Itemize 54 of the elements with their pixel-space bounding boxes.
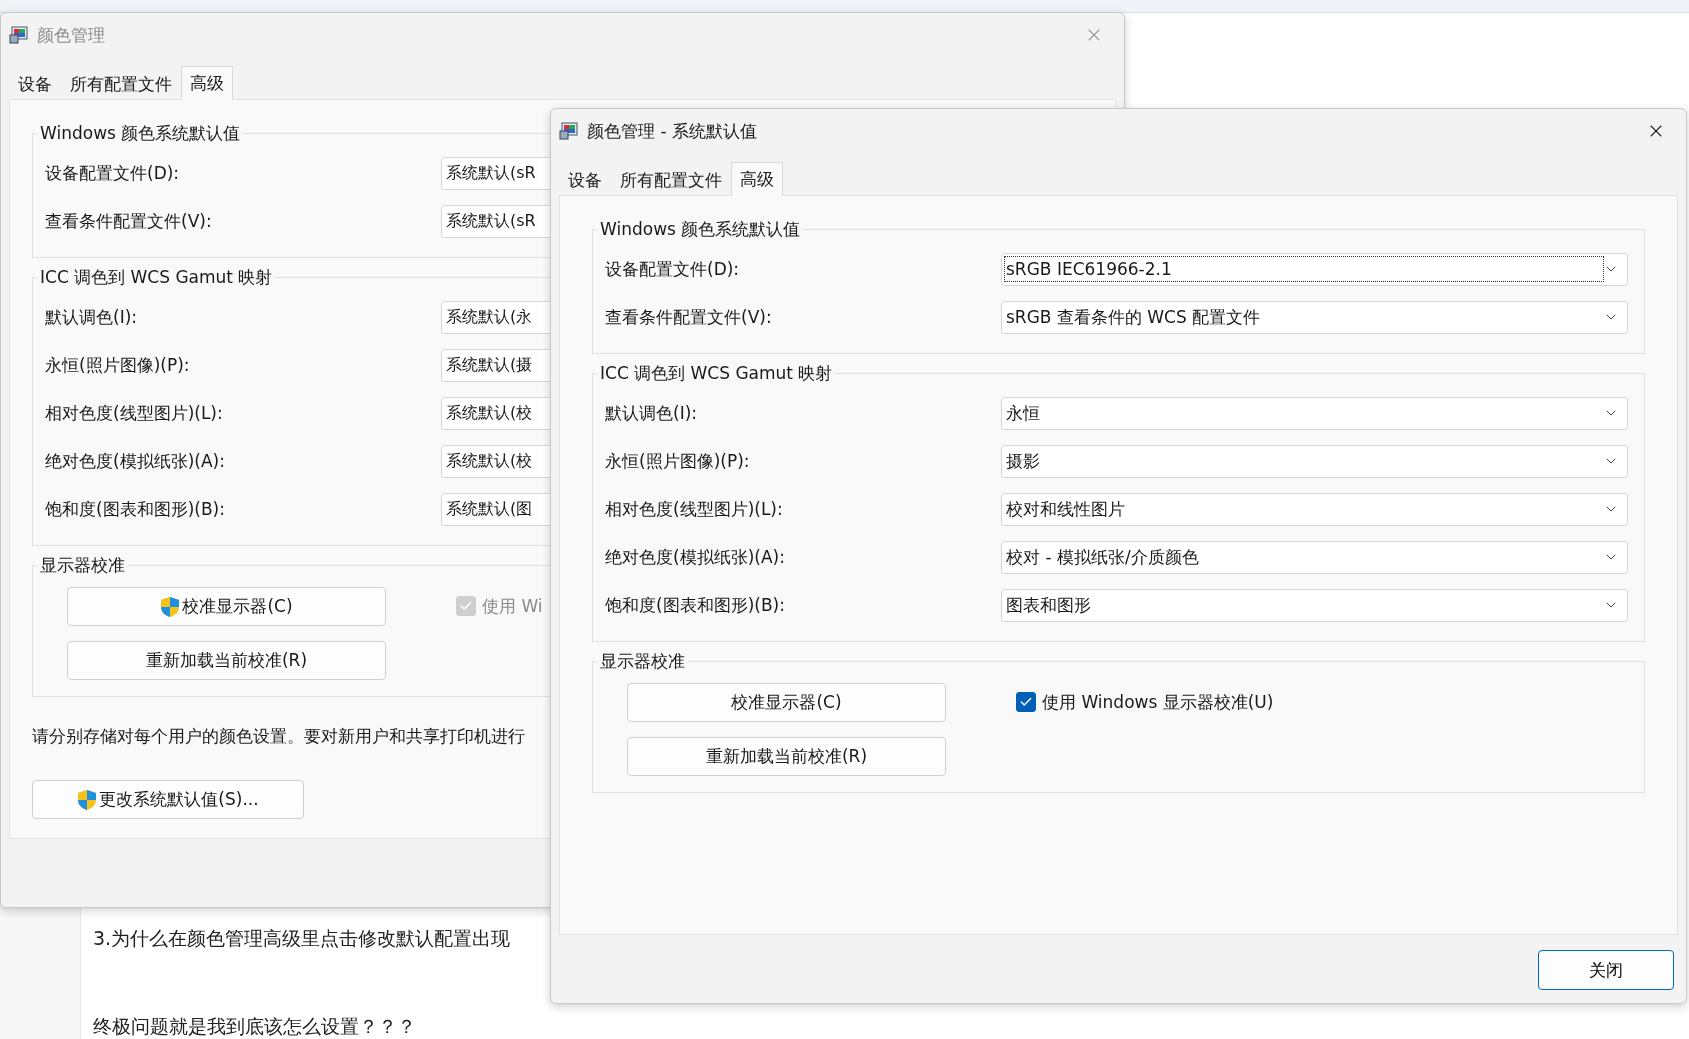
field-label: 查看条件配置文件(V): [45, 209, 213, 233]
shield-icon [160, 595, 181, 618]
field-label: 永恒(照片图像)(P): [45, 353, 191, 377]
tab[interactable]: 高级 [731, 162, 783, 196]
group-title: Windows 颜色系统默认值 [39, 122, 242, 145]
window-title: 颜色管理 - 系统默认值 [587, 119, 758, 143]
checkbox-text: 使用 Wi [482, 594, 543, 618]
checkbox-label[interactable]: 使用 Windows 显示器校准(U) [1016, 687, 1274, 717]
group-title: ICC 调色到 WCS Gamut 映射 [599, 362, 834, 385]
dropdown[interactable]: 永恒 [1001, 396, 1628, 430]
group-title: 显示器校准 [599, 650, 686, 673]
field-label: 设备配置文件(D): [45, 161, 181, 185]
dropdown[interactable]: 校对和线性图片 [1001, 492, 1628, 526]
close-dialog-button[interactable]: 关闭 [1538, 950, 1674, 990]
field-label: 查看条件配置文件(V): [605, 305, 773, 329]
field-label: 默认调色(I): [605, 401, 698, 425]
field-label: 绝对色度(模拟纸张)(A): [605, 545, 786, 569]
calibration-button[interactable]: 重新加载当前校准(R) [627, 737, 946, 776]
article-paragraph: 3.为什么在颜色管理高级里点击修改默认配置出现 [93, 926, 512, 951]
checkbox[interactable] [1016, 692, 1036, 712]
field-label: 相对色度(线型图片)(L): [605, 497, 784, 521]
dropdown[interactable]: 校对 - 模拟纸张/介质颜色 [1001, 540, 1628, 574]
group-title: ICC 调色到 WCS Gamut 映射 [39, 266, 274, 289]
field-label: 永恒(照片图像)(P): [605, 449, 751, 473]
tab[interactable]: 所有配置文件 [611, 165, 731, 195]
field-label: 绝对色度(模拟纸张)(A): [45, 449, 226, 473]
app-icon [559, 121, 579, 141]
check-icon [1019, 695, 1033, 709]
app-icon [9, 25, 29, 45]
check-icon [459, 599, 473, 613]
tab[interactable]: 所有配置文件 [61, 69, 181, 99]
tab[interactable]: 高级 [181, 66, 233, 100]
window-title: 颜色管理 [37, 23, 106, 47]
tab[interactable]: 设备 [559, 165, 611, 195]
group-title: 显示器校准 [39, 554, 126, 577]
dropdown[interactable]: 图表和图形 [1001, 588, 1628, 622]
dropdown[interactable]: sRGB 查看条件的 WCS 配置文件 [1001, 300, 1628, 334]
dropdown[interactable]: 摄影 [1001, 444, 1628, 478]
group-title: Windows 颜色系统默认值 [599, 218, 802, 241]
field-label: 饱和度(图表和图形)(B): [45, 497, 226, 521]
calibration-button[interactable]: 校准显示器(C) [627, 683, 946, 722]
note-text: 请分别存储对每个用户的颜色设置。要对新用户和共享打印机进行 [32, 725, 526, 748]
calibration-button[interactable]: 重新加载当前校准(R) [67, 641, 386, 680]
article-paragraph: 终极问题就是我到底该怎么设置？？？ [93, 1014, 417, 1039]
shield-icon [77, 788, 98, 811]
dropdown[interactable]: sRGB IEC61966-2.1 [1001, 252, 1628, 286]
tab[interactable]: 设备 [9, 69, 61, 99]
calibration-button[interactable]: 校准显示器(C) [67, 587, 386, 626]
field-label: 设备配置文件(D): [605, 257, 741, 281]
field-label: 默认调色(I): [45, 305, 138, 329]
change-defaults-button[interactable]: 更改系统默认值(S)... [32, 780, 304, 819]
field-label: 相对色度(线型图片)(L): [45, 401, 224, 425]
checkbox-text: 使用 Windows 显示器校准(U) [1042, 690, 1274, 714]
field-label: 饱和度(图表和图形)(B): [605, 593, 786, 617]
